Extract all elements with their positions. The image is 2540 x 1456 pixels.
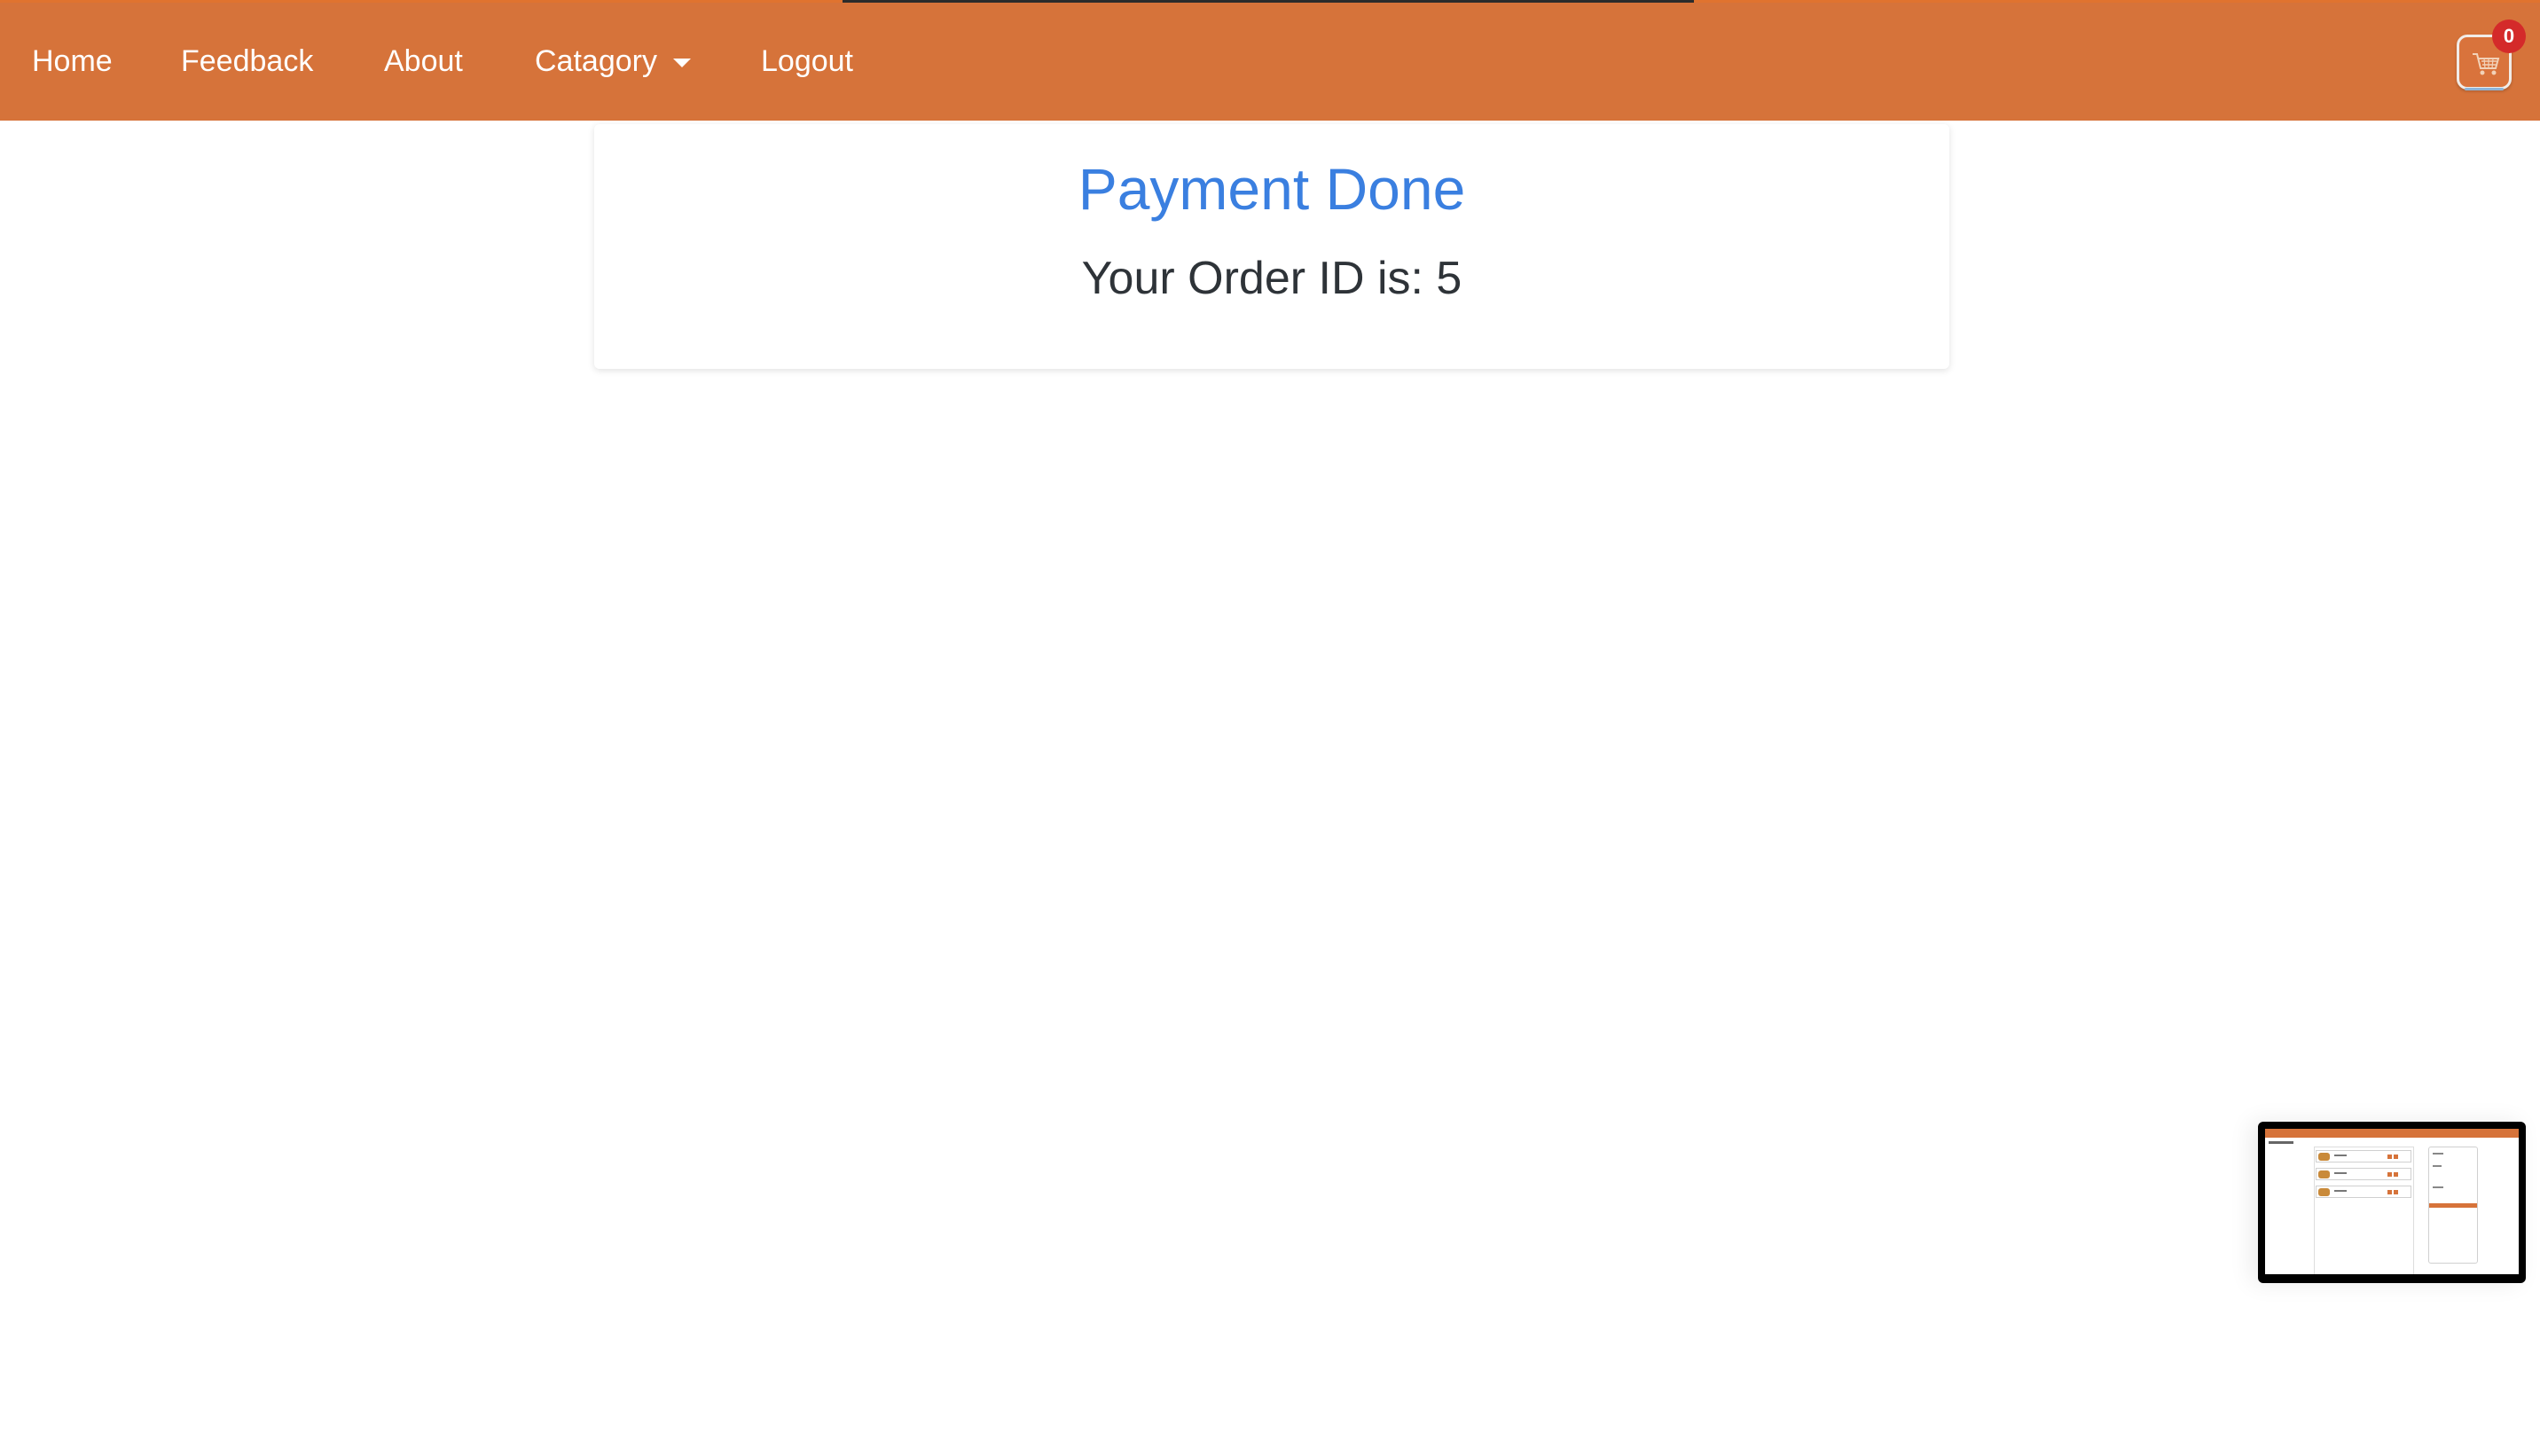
caret-down-icon [672, 58, 691, 67]
page: Home Feedback About Catagory Logout 0 Pa… [0, 0, 2540, 1456]
payment-confirmation-card: Payment Done Your Order ID is: 5 [594, 124, 1949, 369]
nav-about-link[interactable]: About [384, 3, 463, 121]
navbar: Home Feedback About Catagory Logout [0, 3, 2540, 121]
nav-logout-link[interactable]: Logout [761, 3, 853, 121]
nav-category-label: Catagory [535, 44, 657, 78]
nav-category-dropdown[interactable]: Catagory [535, 3, 691, 121]
thumbnail-item-row [2316, 1186, 2411, 1198]
thumbnail-item-row [2316, 1168, 2411, 1180]
thumbnail-item-row [2316, 1150, 2411, 1162]
screenshot-preview-thumbnail[interactable] [2258, 1122, 2526, 1283]
payment-status-title: Payment Done [1078, 156, 1466, 222]
order-id-text: Your Order ID is: 5 [1081, 253, 1462, 304]
thumbnail-navbar [2265, 1129, 2519, 1138]
thumbnail-summary-panel [2428, 1147, 2478, 1264]
thumbnail-item-panel [2314, 1147, 2414, 1274]
thumbnail-heading [2269, 1141, 2293, 1144]
cart-count-badge: 0 [2492, 20, 2526, 53]
nav-feedback-link[interactable]: Feedback [181, 3, 313, 121]
thumbnail-preview-image [2265, 1129, 2519, 1274]
nav-home-link[interactable]: Home [32, 3, 113, 121]
shopping-cart-icon [2473, 53, 2500, 75]
